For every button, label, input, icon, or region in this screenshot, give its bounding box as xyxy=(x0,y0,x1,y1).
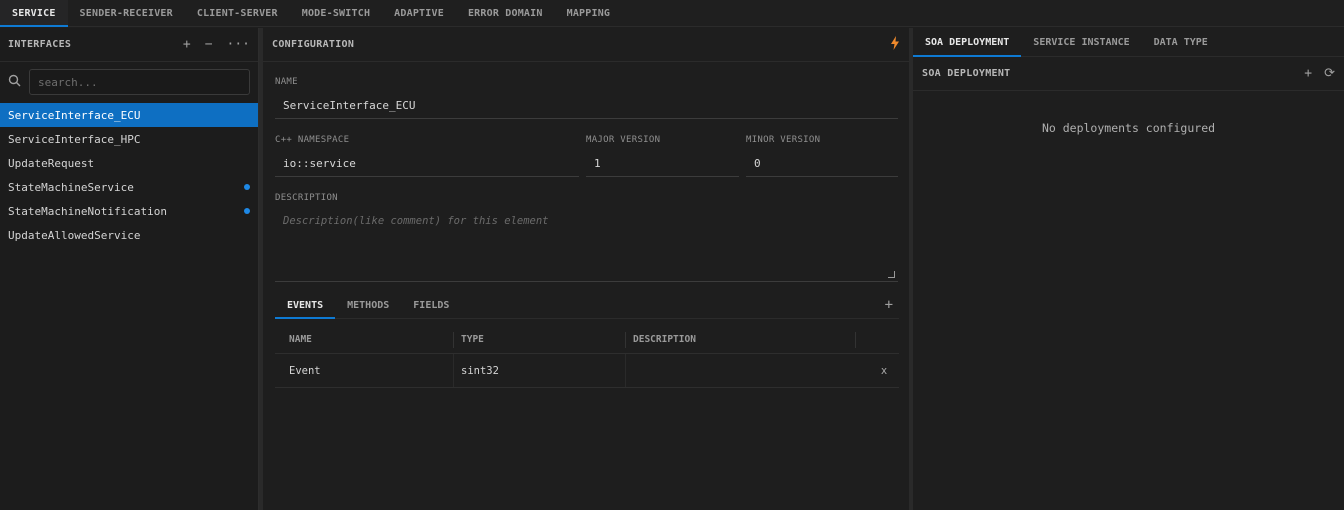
tab-data-type[interactable]: DATA TYPE xyxy=(1142,28,1220,56)
minor-version-label: MINOR VERSION xyxy=(746,135,821,145)
tab-fields[interactable]: FIELDS xyxy=(401,292,461,318)
list-item-label: ServiceInterface_ECU xyxy=(8,108,141,122)
event-description-cell[interactable] xyxy=(625,354,855,387)
column-header-name: NAME xyxy=(289,334,312,345)
interface-list: ServiceInterface_ECU ServiceInterface_HP… xyxy=(0,103,258,247)
tab-events[interactable]: EVENTS xyxy=(275,292,336,319)
delete-row-icon[interactable]: x xyxy=(855,354,899,387)
list-item[interactable]: StateMachineNotification xyxy=(0,199,258,223)
configuration-panel: CONFIGURATION NAME ServiceInterface_ECU … xyxy=(263,28,909,510)
list-item-label: UpdateRequest xyxy=(8,156,95,170)
modified-dot-icon xyxy=(244,184,250,190)
configuration-header: CONFIGURATION xyxy=(263,28,909,62)
list-item-label: UpdateAllowedService xyxy=(8,228,141,242)
interfaces-header: INTERFACES + − ··· xyxy=(0,28,258,62)
detail-tabs: EVENTS METHODS FIELDS + xyxy=(275,292,899,319)
soa-deployment-title: SOA DEPLOYMENT xyxy=(922,68,1011,79)
description-label: DESCRIPTION xyxy=(275,193,338,203)
major-version-field[interactable]: 1 xyxy=(586,151,739,177)
tab-adaptive[interactable]: ADAPTIVE xyxy=(382,0,456,26)
soa-deployment-header: SOA DEPLOYMENT + ⟳ xyxy=(913,57,1344,91)
search-row xyxy=(0,62,258,102)
list-item-label: StateMachineService xyxy=(8,180,134,194)
tab-service-instance[interactable]: SERVICE INSTANCE xyxy=(1021,28,1141,56)
events-table: NAME TYPE DESCRIPTION Event sint32 x xyxy=(275,326,899,388)
list-item-label: StateMachineNotification xyxy=(8,204,167,218)
column-header-type: TYPE xyxy=(453,331,625,348)
name-field[interactable]: ServiceInterface_ECU xyxy=(275,93,898,119)
resize-grip-icon[interactable] xyxy=(888,271,895,278)
name-label: NAME xyxy=(275,77,298,87)
description-field[interactable]: Description(like comment) for this eleme… xyxy=(275,211,898,282)
search-input[interactable] xyxy=(29,69,250,95)
top-tab-bar: SERVICE SENDER-RECEIVER CLIENT-SERVER MO… xyxy=(0,0,1344,27)
major-version-label: MAJOR VERSION xyxy=(586,135,661,145)
table-header-row: NAME TYPE DESCRIPTION xyxy=(275,326,899,354)
list-item-label: ServiceInterface_HPC xyxy=(8,132,141,146)
tab-mode-switch[interactable]: MODE-SWITCH xyxy=(290,0,382,26)
add-event-icon[interactable]: + xyxy=(885,297,893,313)
tab-service[interactable]: SERVICE xyxy=(0,0,68,27)
namespace-label: C++ NAMESPACE xyxy=(275,135,350,145)
tab-mapping[interactable]: MAPPING xyxy=(555,0,623,26)
tab-client-server[interactable]: CLIENT-SERVER xyxy=(185,0,290,26)
tab-methods[interactable]: METHODS xyxy=(335,292,401,318)
namespace-field[interactable]: io::service xyxy=(275,151,579,177)
column-header-description: DESCRIPTION xyxy=(625,331,855,348)
list-item[interactable]: StateMachineService xyxy=(0,175,258,199)
list-item[interactable]: UpdateRequest xyxy=(0,151,258,175)
refresh-icon[interactable]: ⟳ xyxy=(1324,66,1335,81)
interfaces-title: INTERFACES xyxy=(8,39,72,50)
minor-version-field[interactable]: 0 xyxy=(746,151,898,177)
tab-error-domain[interactable]: ERROR DOMAIN xyxy=(456,0,555,26)
search-icon xyxy=(8,74,21,90)
event-type-cell[interactable]: sint32 xyxy=(453,354,625,387)
deployment-panel: SOA DEPLOYMENT SERVICE INSTANCE DATA TYP… xyxy=(913,28,1344,510)
list-item[interactable]: ServiceInterface_ECU xyxy=(0,103,258,127)
description-placeholder: Description(like comment) for this eleme… xyxy=(283,215,549,227)
empty-state-message: No deployments configured xyxy=(1041,121,1216,135)
tab-sender-receiver[interactable]: SENDER-RECEIVER xyxy=(68,0,185,26)
event-name-cell[interactable]: Event xyxy=(275,354,453,387)
configuration-title: CONFIGURATION xyxy=(272,39,355,50)
remove-icon[interactable]: − xyxy=(205,37,213,52)
column-header-actions xyxy=(855,331,899,348)
more-icon[interactable]: ··· xyxy=(227,37,250,52)
tab-soa-deployment[interactable]: SOA DEPLOYMENT xyxy=(913,28,1022,57)
deployment-tabs: SOA DEPLOYMENT SERVICE INSTANCE DATA TYP… xyxy=(913,28,1344,57)
add-deployment-icon[interactable]: + xyxy=(1304,66,1312,81)
lightning-icon[interactable] xyxy=(890,35,900,54)
table-row[interactable]: Event sint32 x xyxy=(275,354,899,388)
add-icon[interactable]: + xyxy=(183,37,191,52)
interfaces-panel: INTERFACES + − ··· ServiceInterface_ECU … xyxy=(0,28,259,510)
list-item[interactable]: ServiceInterface_HPC xyxy=(0,127,258,151)
list-item[interactable]: UpdateAllowedService xyxy=(0,223,258,247)
modified-dot-icon xyxy=(244,208,250,214)
